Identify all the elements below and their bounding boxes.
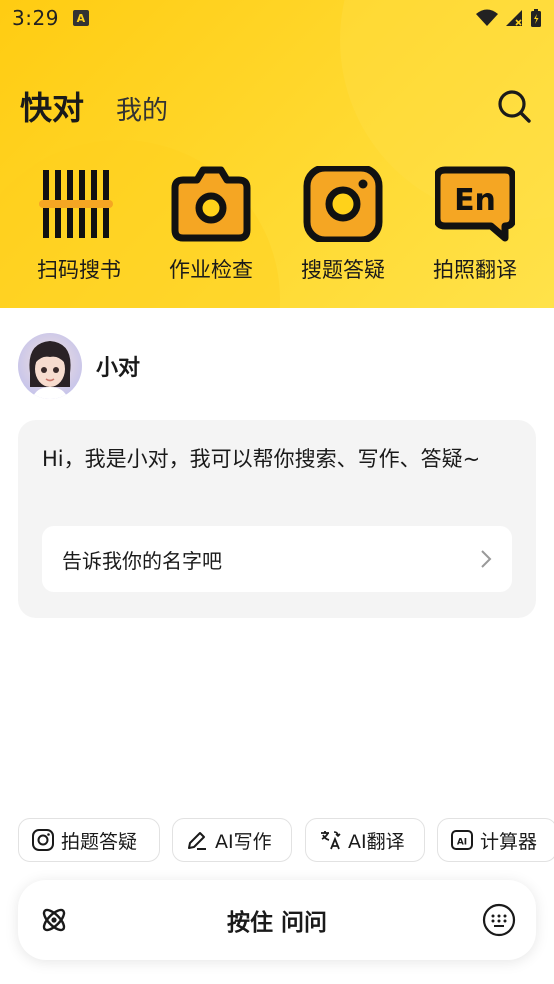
chat-bubble: Hi，我是小对，我可以帮你搜索、写作、答疑~ 告诉我你的名字吧 (18, 420, 536, 618)
suggestion-button[interactable]: 告诉我你的名字吧 (42, 526, 512, 592)
shortcut-label: 作业检查 (169, 258, 253, 282)
avatar-image (29, 341, 71, 399)
hold-to-talk-label: 按住 问问 (226, 910, 327, 936)
bot-name: 小对 (96, 356, 141, 381)
status-bar: 3:29 A (0, 0, 554, 36)
wifi-icon (476, 9, 498, 26)
tool-label: AI写作 (215, 830, 272, 853)
ai-box-icon: AI (451, 830, 473, 850)
chevron-right-icon (481, 550, 492, 568)
tool-photo-question[interactable]: 拍题答疑 (18, 818, 160, 862)
svg-text:En: En (454, 183, 496, 218)
camera-icon (171, 166, 251, 242)
instagram-camera-icon (303, 166, 383, 242)
avatar[interactable] (18, 333, 82, 399)
tab-home[interactable]: 快对 (20, 83, 84, 129)
search-icon (498, 90, 531, 123)
chat-message: Hi，我是小对，我可以帮你搜索、写作、答疑~ (42, 447, 481, 471)
status-icons (476, 8, 542, 28)
status-time: 3:29 (12, 6, 59, 30)
translate-icon (321, 831, 341, 850)
battery-icon (531, 9, 541, 27)
tool-ai-translate[interactable]: AI翻译 (305, 818, 425, 862)
tool-calculator[interactable]: AI 计算器 (437, 818, 554, 862)
shortcut-label: 拍照翻译 (433, 258, 517, 282)
camera-icon (32, 829, 54, 851)
notification-icon: A (72, 10, 89, 26)
shortcut-label: 扫码搜书 (37, 258, 121, 282)
signal-icon (506, 10, 522, 26)
tool-ai-writing[interactable]: AI写作 (172, 818, 292, 862)
tool-label: 拍题答疑 (61, 830, 138, 853)
en-translate-icon: En (435, 166, 515, 242)
shortcut-grid: 扫码搜书 作业检查 搜题答疑 En 拍照翻译 (0, 166, 554, 286)
barcode-icon (39, 170, 113, 238)
tool-chips: 拍题答疑 AI写作 AI翻译 AI 计算器 (18, 818, 554, 862)
header-area: 3:29 A 快对 我的 扫码搜书 作业检查 搜题答疑 En 拍照翻译 (0, 0, 554, 308)
tool-label: AI翻译 (348, 830, 405, 853)
bot-header: 小对 (18, 332, 140, 400)
shortcut-photo-translate[interactable]: En 拍照翻译 (410, 166, 540, 286)
suggestion-label: 告诉我你的名字吧 (62, 548, 222, 573)
svg-text:AI: AI (457, 838, 467, 848)
shortcut-scan-book[interactable]: 扫码搜书 (14, 166, 144, 286)
title-row: 快对 我的 (20, 80, 534, 132)
shortcut-homework-check[interactable]: 作业检查 (146, 166, 276, 286)
shortcut-search-question[interactable]: 搜题答疑 (278, 166, 408, 286)
shortcut-label: 搜题答疑 (301, 258, 385, 282)
search-button[interactable] (494, 86, 534, 126)
voice-input-bar[interactable]: 按住 问问 (18, 880, 536, 960)
tab-mine[interactable]: 我的 (116, 90, 168, 127)
tool-label: 计算器 (480, 830, 538, 853)
pen-icon (188, 832, 206, 850)
